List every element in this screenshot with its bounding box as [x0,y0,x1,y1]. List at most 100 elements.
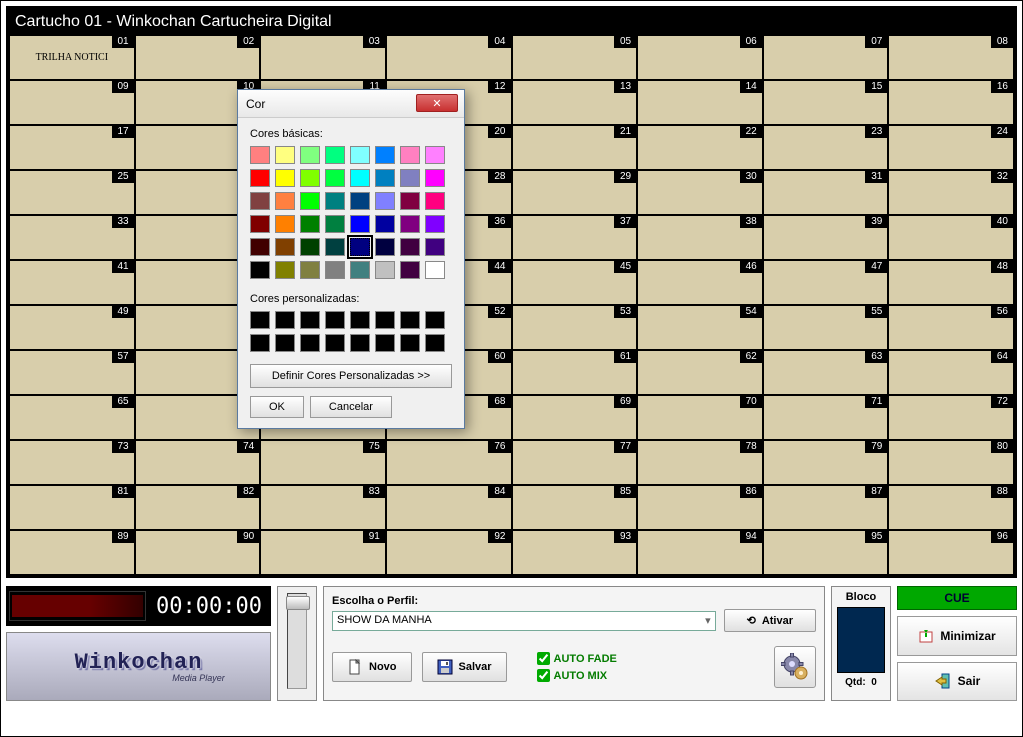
cartridge-cell-85[interactable]: 85 [512,485,638,530]
custom-color-swatch[interactable] [325,311,345,329]
color-swatch[interactable] [275,192,295,210]
cartridge-cell-54[interactable]: 54 [637,305,763,350]
cartridge-cell-56[interactable]: 56 [888,305,1014,350]
color-swatch[interactable] [325,169,345,187]
color-swatch[interactable] [250,146,270,164]
cartridge-cell-31[interactable]: 31 [763,170,889,215]
cartridge-cell-37[interactable]: 37 [512,215,638,260]
color-swatch[interactable] [350,169,370,187]
color-swatch[interactable] [400,261,420,279]
color-swatch[interactable] [275,238,295,256]
cartridge-cell-49[interactable]: 49 [9,305,135,350]
cartridge-cell-09[interactable]: 09 [9,80,135,125]
cancel-button[interactable]: Cancelar [310,396,392,418]
cartridge-cell-71[interactable]: 71 [763,395,889,440]
cartridge-cell-47[interactable]: 47 [763,260,889,305]
cartridge-cell-40[interactable]: 40 [888,215,1014,260]
dialog-close-button[interactable]: ✕ [416,94,458,112]
color-swatch[interactable] [375,215,395,233]
color-swatch[interactable] [350,192,370,210]
cartridge-cell-72[interactable]: 72 [888,395,1014,440]
cartridge-cell-05[interactable]: 05 [512,35,638,80]
color-swatch[interactable] [300,146,320,164]
color-swatch[interactable] [275,215,295,233]
custom-color-swatch[interactable] [400,334,420,352]
color-swatch[interactable] [350,261,370,279]
color-swatch[interactable] [400,215,420,233]
cartridge-cell-87[interactable]: 87 [763,485,889,530]
cartridge-cell-82[interactable]: 82 [135,485,261,530]
cartridge-cell-29[interactable]: 29 [512,170,638,215]
color-swatch[interactable] [325,261,345,279]
cartridge-cell-41[interactable]: 41 [9,260,135,305]
color-swatch[interactable] [300,192,320,210]
color-swatch[interactable] [400,146,420,164]
cartridge-cell-96[interactable]: 96 [888,530,1014,575]
cartridge-cell-91[interactable]: 91 [260,530,386,575]
define-custom-colors-button[interactable]: Definir Cores Personalizadas >> [250,364,452,388]
custom-color-swatch[interactable] [425,334,445,352]
cartridge-cell-06[interactable]: 06 [637,35,763,80]
auto-fade-check[interactable]: AUTO FADE [537,652,617,665]
cartridge-cell-94[interactable]: 94 [637,530,763,575]
cartridge-cell-16[interactable]: 16 [888,80,1014,125]
color-swatch[interactable] [375,192,395,210]
cartridge-cell-62[interactable]: 62 [637,350,763,395]
cartridge-cell-38[interactable]: 38 [637,215,763,260]
cartridge-cell-76[interactable]: 76 [386,440,512,485]
cartridge-cell-33[interactable]: 33 [9,215,135,260]
color-swatch[interactable] [400,238,420,256]
custom-color-swatch[interactable] [250,311,270,329]
cartridge-cell-03[interactable]: 03 [260,35,386,80]
color-swatch[interactable] [350,146,370,164]
cartridge-cell-45[interactable]: 45 [512,260,638,305]
cartridge-cell-75[interactable]: 75 [260,440,386,485]
color-swatch[interactable] [275,169,295,187]
color-swatch[interactable] [425,169,445,187]
cartridge-cell-48[interactable]: 48 [888,260,1014,305]
custom-color-swatch[interactable] [250,334,270,352]
color-swatch[interactable] [425,146,445,164]
cartridge-cell-88[interactable]: 88 [888,485,1014,530]
cartridge-cell-01[interactable]: 01TRILHA NOTICI [9,35,135,80]
cartridge-cell-63[interactable]: 63 [763,350,889,395]
color-swatch[interactable] [325,215,345,233]
cartridge-cell-17[interactable]: 17 [9,125,135,170]
cartridge-cell-69[interactable]: 69 [512,395,638,440]
cartridge-cell-74[interactable]: 74 [135,440,261,485]
cartridge-cell-23[interactable]: 23 [763,125,889,170]
cartridge-cell-70[interactable]: 70 [637,395,763,440]
salvar-button[interactable]: Salvar [422,652,507,682]
bloco-color-preview[interactable] [837,607,885,673]
cartridge-cell-15[interactable]: 15 [763,80,889,125]
color-swatch[interactable] [350,215,370,233]
custom-color-swatch[interactable] [425,311,445,329]
cartridge-cell-57[interactable]: 57 [9,350,135,395]
color-swatch[interactable] [425,215,445,233]
cartridge-cell-07[interactable]: 07 [763,35,889,80]
cartridge-cell-93[interactable]: 93 [512,530,638,575]
color-swatch[interactable] [250,169,270,187]
color-swatch[interactable] [425,192,445,210]
profile-select[interactable]: SHOW DA MANHA [332,611,716,631]
color-swatch[interactable] [300,238,320,256]
cartridge-cell-53[interactable]: 53 [512,305,638,350]
cartridge-cell-21[interactable]: 21 [512,125,638,170]
ativar-button[interactable]: ⟲ Ativar [724,609,816,632]
color-swatch[interactable] [325,146,345,164]
sair-button[interactable]: Sair [897,662,1017,702]
cartridge-cell-64[interactable]: 64 [888,350,1014,395]
custom-color-swatch[interactable] [375,334,395,352]
color-swatch[interactable] [375,238,395,256]
custom-color-swatch[interactable] [275,334,295,352]
custom-color-swatch[interactable] [300,311,320,329]
cartridge-cell-78[interactable]: 78 [637,440,763,485]
color-swatch[interactable] [250,192,270,210]
cartridge-cell-86[interactable]: 86 [637,485,763,530]
color-swatch[interactable] [250,261,270,279]
cartridge-cell-92[interactable]: 92 [386,530,512,575]
cartridge-cell-30[interactable]: 30 [637,170,763,215]
color-swatch[interactable] [250,238,270,256]
auto-fade-checkbox[interactable] [537,652,550,665]
minimizar-button[interactable]: Minimizar [897,616,1017,656]
